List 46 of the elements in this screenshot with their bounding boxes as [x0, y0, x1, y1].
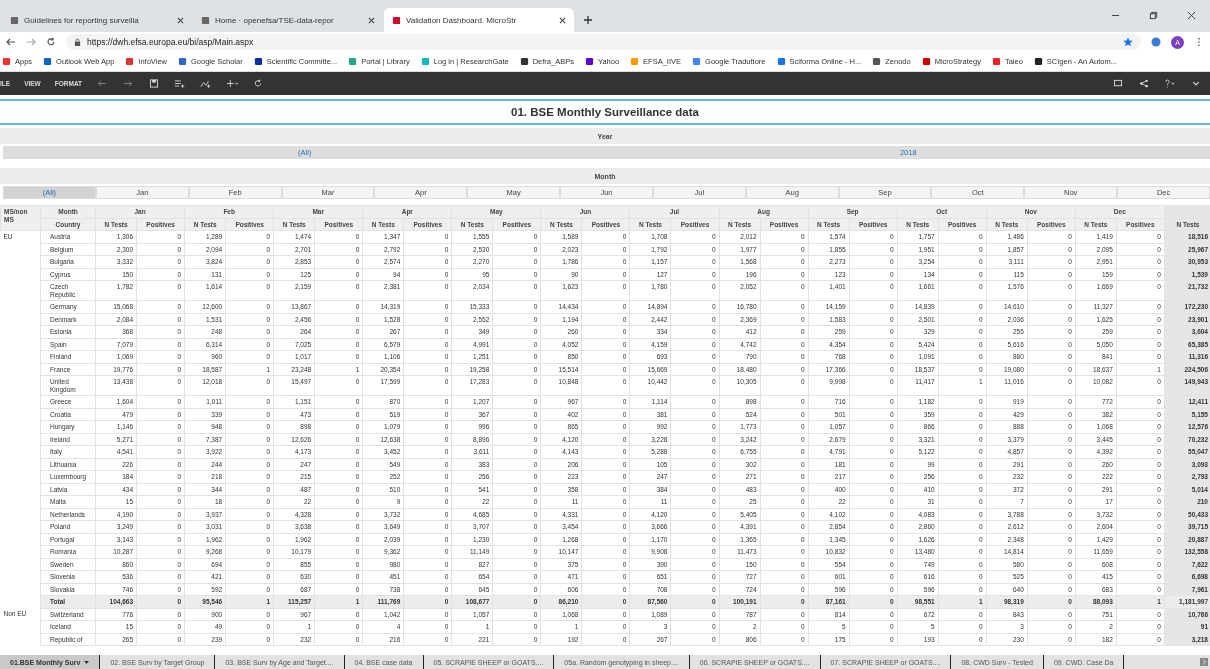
- bookmark-icon: [519, 57, 529, 66]
- bookmark-icon: [125, 57, 135, 66]
- comment-icon[interactable]: [1112, 79, 1124, 88]
- bookmark-icon: [43, 57, 53, 66]
- undo-icon[interactable]: [96, 79, 109, 88]
- chevron-down-icon[interactable]: [1190, 79, 1202, 88]
- close-icon[interactable]: [1187, 11, 1196, 20]
- close-icon[interactable]: [177, 16, 184, 24]
- new-tab-icon[interactable]: [583, 15, 593, 25]
- extension-icon[interactable]: [1151, 37, 1161, 47]
- bookmark-icon: [921, 57, 931, 66]
- bookmark-icon: [630, 57, 640, 66]
- browser-tab[interactable]: Home · openefsa/TSE-data-repor: [193, 8, 383, 32]
- bookmark-icon: [253, 57, 263, 66]
- bookmark-icon: [776, 57, 786, 66]
- page-icon: [10, 15, 19, 25]
- add-data-icon[interactable]: [174, 79, 187, 88]
- close-icon[interactable]: [559, 16, 566, 24]
- page-icon: [392, 15, 401, 25]
- back-icon[interactable]: [6, 37, 16, 47]
- lock-icon: [74, 37, 81, 47]
- add-icon[interactable]: [226, 79, 239, 88]
- bookmark-icon: [991, 57, 1001, 66]
- bookmark-icon: [178, 57, 187, 66]
- bookmark-icon: [2, 57, 11, 66]
- browser-tab[interactable]: Validation Dashboard. MicroStr: [384, 8, 574, 32]
- redo-icon[interactable]: [122, 79, 135, 88]
- restore-icon[interactable]: [1149, 11, 1158, 20]
- close-icon[interactable]: [368, 16, 375, 24]
- share-icon[interactable]: [1138, 79, 1150, 88]
- chart-icon[interactable]: [200, 79, 213, 88]
- address-field[interactable]: https://dwh.efsa.europa.eu/bi/asp/Main.aspx: [66, 34, 1141, 50]
- bookmark-icon: [872, 57, 882, 66]
- help-icon[interactable]: [1164, 79, 1176, 88]
- star-icon[interactable]: [1123, 37, 1133, 47]
- bookmark-icon: [420, 57, 430, 66]
- page-icon: [201, 15, 210, 25]
- reload-icon[interactable]: [46, 37, 56, 47]
- bookmark-icon: [1033, 57, 1043, 66]
- caret-icon[interactable]: [84, 660, 90, 664]
- bookmark-icon: [584, 57, 594, 66]
- dashboard-title: 01. BSE Monthly Surveillance data: [0, 99, 1210, 125]
- save-icon[interactable]: [148, 79, 161, 88]
- browser-tab[interactable]: Guidelines for reporting surveilla: [2, 8, 192, 32]
- bookmark-icon: [692, 57, 702, 66]
- bookmark-icon: [348, 57, 358, 66]
